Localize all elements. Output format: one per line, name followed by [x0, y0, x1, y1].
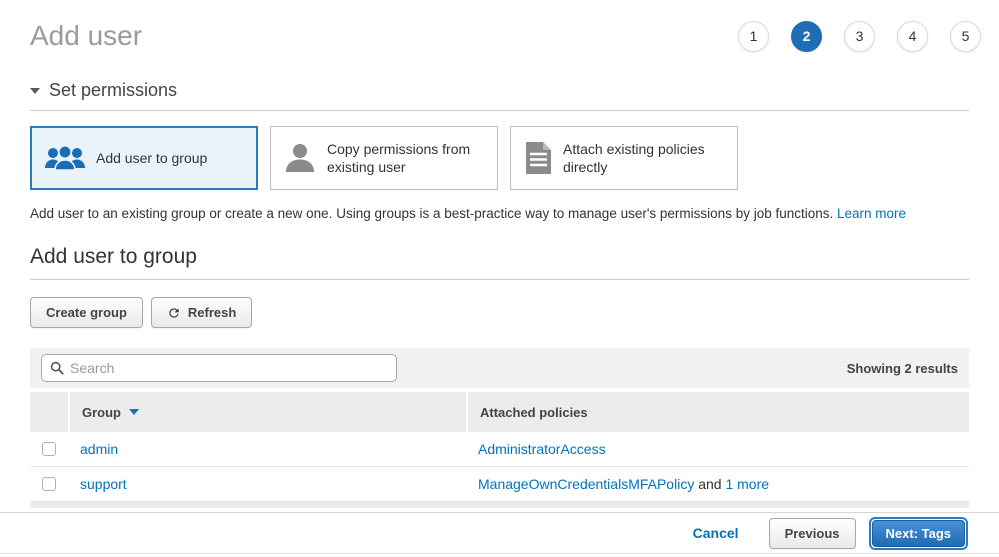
more-policies-link[interactable]: 1 more — [725, 476, 769, 492]
refresh-button[interactable]: Refresh — [151, 297, 252, 328]
refresh-label: Refresh — [188, 305, 236, 320]
group-actions: Create group Refresh — [30, 297, 969, 328]
wizard-steps: 1 2 3 4 5 — [738, 21, 981, 52]
group-icon — [44, 144, 86, 172]
card-label: Add user to group — [96, 149, 207, 167]
row-checkbox[interactable] — [42, 477, 56, 491]
table-toolbar: Showing 2 results — [30, 348, 969, 388]
refresh-icon — [167, 306, 181, 320]
table-header: Group Attached policies — [30, 392, 969, 432]
table-row: support ManageOwnCredentialsMFAPolicy an… — [30, 467, 969, 502]
previous-button[interactable]: Previous — [769, 518, 856, 549]
card-attach-policies[interactable]: Attach existing policies directly — [510, 126, 738, 190]
add-user-to-group-title: Add user to group — [30, 245, 969, 269]
search-icon — [50, 361, 64, 375]
create-group-button[interactable]: Create group — [30, 297, 143, 328]
card-add-user-to-group[interactable]: Add user to group — [30, 126, 258, 190]
column-label: Attached policies — [480, 405, 588, 420]
step-4[interactable]: 4 — [897, 21, 928, 52]
column-header-policies[interactable]: Attached policies — [468, 392, 969, 432]
description-text: Add user to an existing group or create … — [30, 206, 833, 221]
column-label: Group — [82, 405, 121, 420]
page-title: Add user — [30, 20, 142, 52]
group-link[interactable]: admin — [80, 441, 118, 457]
document-icon — [523, 141, 553, 175]
next-button-focus-ring: Next: Tags — [869, 517, 969, 550]
policy-link[interactable]: AdministratorAccess — [478, 441, 606, 457]
sort-desc-icon — [129, 409, 139, 415]
next-tags-button[interactable]: Next: Tags — [872, 520, 966, 547]
set-permissions-toggle[interactable]: Set permissions — [30, 80, 969, 101]
collapse-caret-icon — [30, 88, 40, 94]
search-input[interactable] — [70, 360, 388, 376]
step-3[interactable]: 3 — [844, 21, 875, 52]
step-2-active[interactable]: 2 — [791, 21, 822, 52]
group-link[interactable]: support — [80, 476, 127, 492]
card-label: Attach existing policies directly — [563, 140, 725, 176]
policy-link[interactable]: ManageOwnCredentialsMFAPolicy — [478, 476, 694, 492]
permission-option-cards: Add user to group Copy permissions from … — [30, 126, 969, 190]
select-all-header — [30, 392, 68, 432]
section-title: Set permissions — [49, 80, 177, 101]
page-header: Add user 1 2 3 4 5 — [30, 0, 969, 52]
user-icon — [283, 142, 317, 174]
section-description: Add user to an existing group or create … — [30, 206, 969, 221]
row-checkbox[interactable] — [42, 442, 56, 456]
results-count: Showing 2 results — [847, 361, 958, 376]
cancel-link[interactable]: Cancel — [693, 525, 739, 541]
step-1[interactable]: 1 — [738, 21, 769, 52]
table-footer-strip — [30, 502, 969, 508]
table-row: admin AdministratorAccess — [30, 432, 969, 467]
subsection-divider — [30, 279, 969, 280]
groups-table: Showing 2 results Group Attached policie… — [30, 348, 969, 508]
wizard-footer: Cancel Previous Next: Tags — [0, 512, 999, 554]
card-copy-permissions[interactable]: Copy permissions from existing user — [270, 126, 498, 190]
learn-more-link[interactable]: Learn more — [837, 206, 906, 221]
card-label: Copy permissions from existing user — [327, 140, 485, 176]
section-divider — [30, 110, 969, 111]
column-header-group[interactable]: Group — [70, 392, 466, 432]
search-box[interactable] — [41, 354, 397, 382]
and-text: and — [698, 476, 721, 492]
step-5[interactable]: 5 — [950, 21, 981, 52]
